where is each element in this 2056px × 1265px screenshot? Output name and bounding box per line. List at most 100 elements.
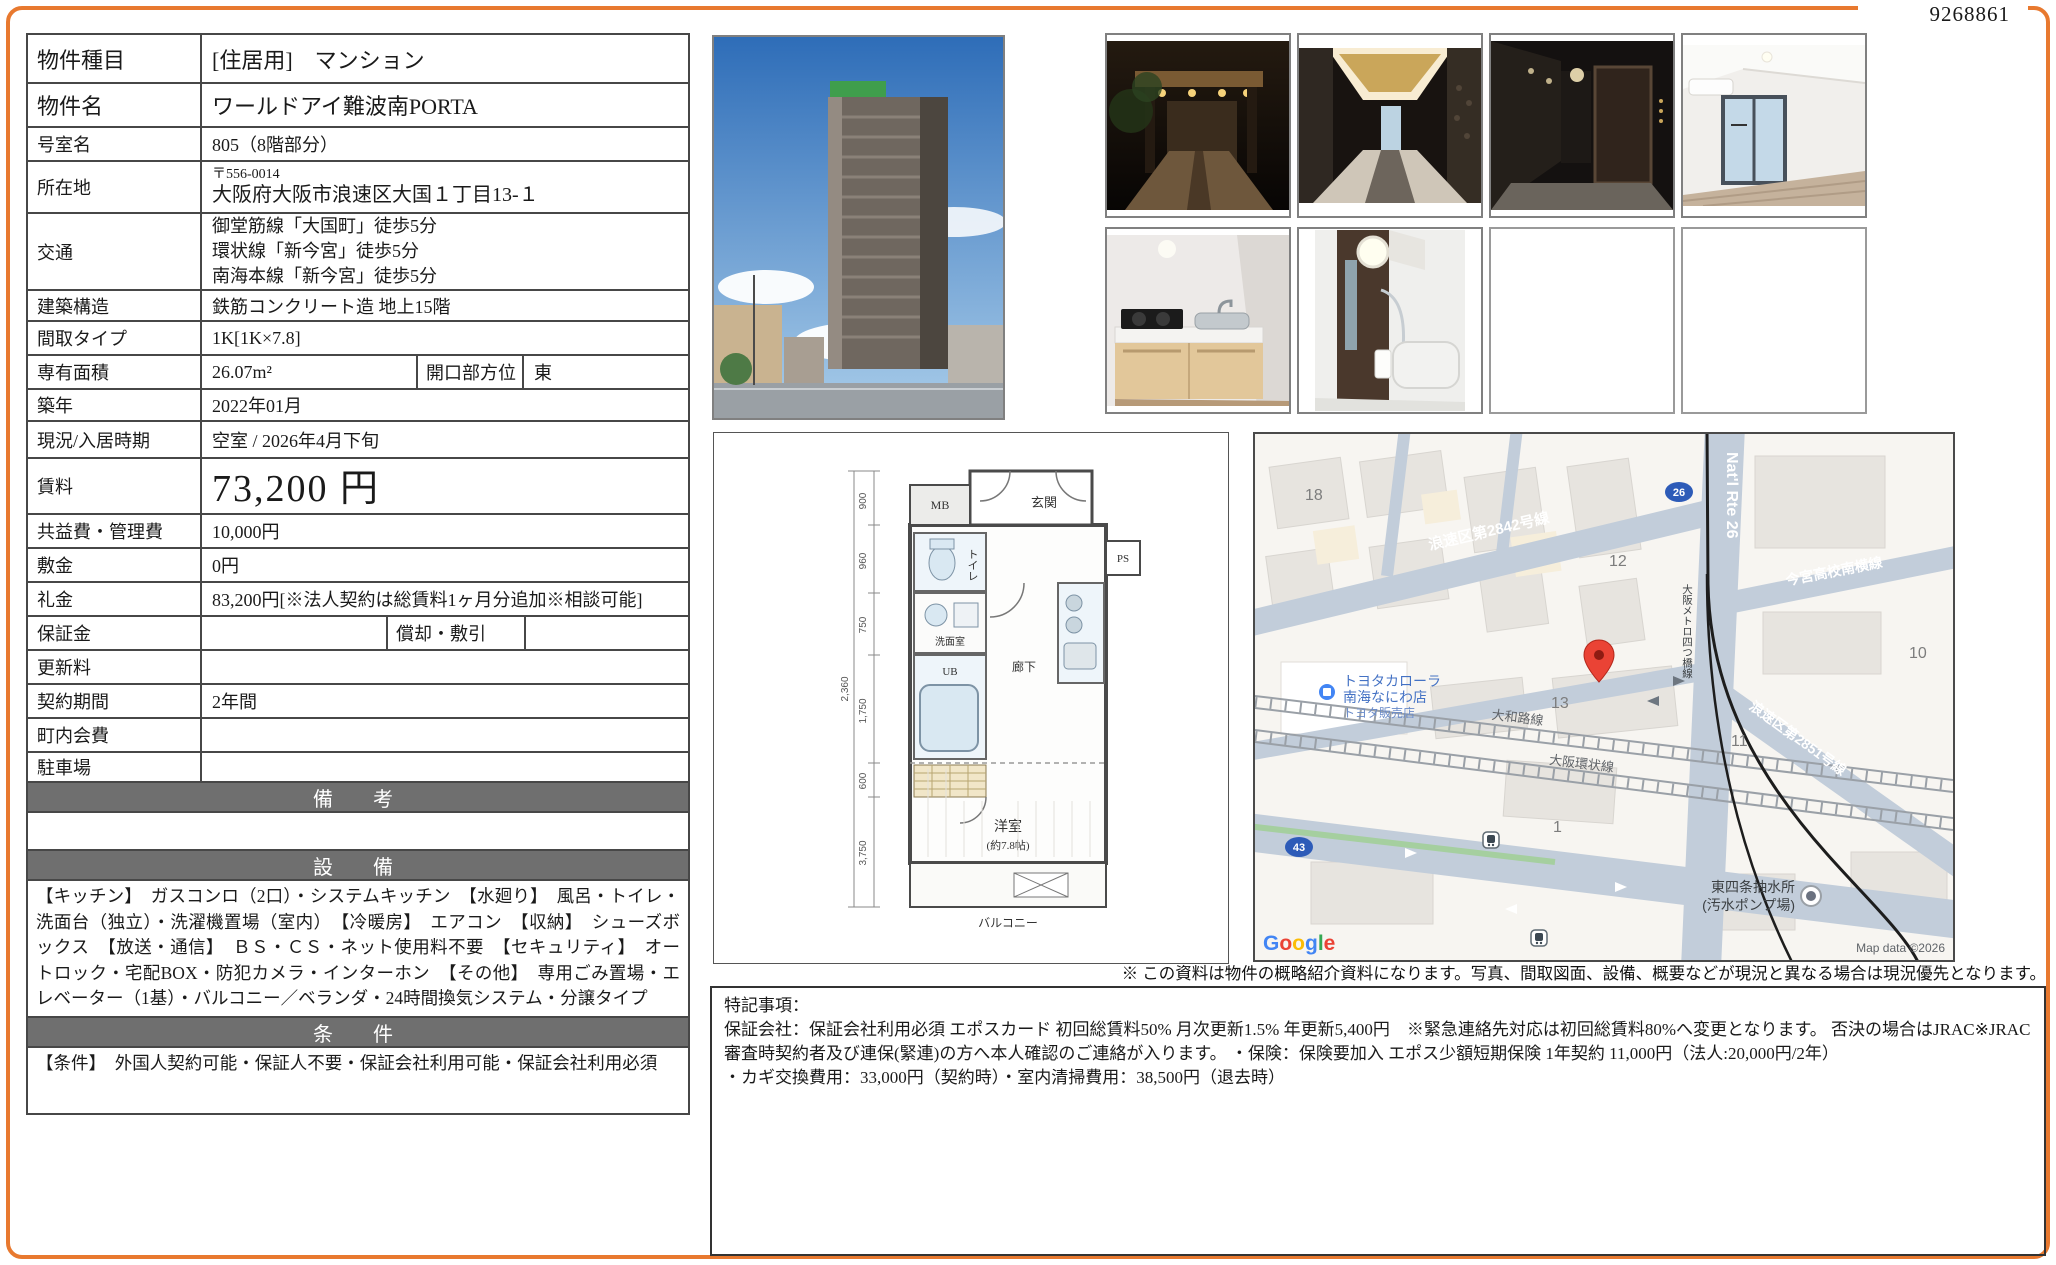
table-row: 敷金 0円 (28, 547, 688, 581)
bathroom-illustration (1315, 230, 1465, 411)
room-illustration (1683, 45, 1865, 206)
row-label: 専有面積 (28, 356, 202, 388)
row-value: [住居用] マンション (202, 35, 688, 82)
row-value (202, 651, 688, 683)
mb-label: MB (931, 498, 950, 512)
row-value: 1K[1K×7.8] (202, 322, 688, 354)
table-row: 契約期間 2年間 (28, 683, 688, 717)
equipment-text: 【キッチン】 ガスコンロ（2口）・システムキッチン 【水廻り】 風呂・トイレ・洗… (28, 879, 688, 1016)
corridor-illustration (1491, 41, 1673, 210)
row-label: 建築構造 (28, 291, 202, 320)
svg-text:(汚水ポンプ場): (汚水ポンプ場) (1702, 897, 1795, 913)
property-table: 物件種目 [住居用] マンション 物件名 ワールドアイ難波南PORTA 号室名 … (26, 33, 690, 1115)
dim-label: 2,360 (840, 676, 851, 701)
svg-text:1: 1 (1553, 819, 1562, 836)
row-label: 契約期間 (28, 685, 202, 717)
postal-code: 〒556-0014 (212, 167, 280, 183)
row-label: 保証金 (28, 617, 202, 649)
photo-western-room (1681, 33, 1867, 218)
table-row: 保証金 償却・敷引 (28, 615, 688, 649)
conditions-text: 【条件】 外国人契約可能・保証人不要・保証会社利用可能・保証会社利用必須 (28, 1046, 688, 1113)
doc-number: 9268861 (1930, 2, 2011, 27)
row-value: 2022年01月 (202, 390, 688, 420)
genkan-label: 玄関 (1031, 495, 1057, 510)
table-row: 間取タイプ 1K[1K×7.8] (28, 320, 688, 354)
row-label: 交通 (28, 214, 202, 289)
address: 大阪府大阪市浪速区大国１丁目13-１ (212, 183, 539, 207)
row-label: 共益費・管理費 (28, 515, 202, 547)
photo-corridor-elevator (1489, 33, 1675, 218)
remarks-header: 備 考 (28, 781, 688, 811)
row-label: 町内会費 (28, 719, 202, 751)
table-row: 礼金 83,200円[※法人契約は総賃料1ヶ月分追加※相談可能] (28, 581, 688, 615)
row-label: 礼金 (28, 583, 202, 615)
svg-text:トヨタカローラ: トヨタカローラ (1343, 673, 1441, 689)
photo-building-exterior (712, 35, 1005, 420)
photo-entrance-lobby (1297, 33, 1483, 218)
row-value: 805（8階部分） (202, 128, 688, 160)
table-row: 物件名 ワールドアイ難波南PORTA (28, 82, 688, 126)
table-row: 物件種目 [住居用] マンション (28, 35, 688, 82)
svg-text:18: 18 (1305, 487, 1323, 504)
svg-text:12: 12 (1609, 553, 1627, 570)
row-label: 現況/入居時期 (28, 422, 202, 457)
route-badge-26: 26 (1665, 482, 1693, 502)
notes-title: 特記事項： (724, 994, 2032, 1018)
toilet-label: トイレ (966, 549, 978, 582)
svg-text:43: 43 (1293, 842, 1305, 854)
row-value (202, 719, 688, 751)
row-value: 2年間 (202, 685, 688, 717)
dim-label: 960 (858, 552, 869, 569)
table-row-rent: 賃料 73,200 円 (28, 457, 688, 513)
building-exterior-illustration (714, 37, 1003, 418)
row-value-2 (526, 617, 688, 649)
station-icon (1531, 930, 1547, 946)
special-notes-box: 特記事項： 保証会社：保証会社利用必須 エポスカード 初回総賃料50% 月次更新… (710, 986, 2046, 1256)
svg-text:東四条抽水所: 東四条抽水所 (1711, 879, 1795, 895)
table-row: 現況/入居時期 空室 / 2026年4月下旬 (28, 420, 688, 457)
table-row: 共益費・管理費 10,000円 (28, 513, 688, 547)
route-badge-43: 43 (1285, 837, 1313, 857)
entrance-night-illustration (1107, 41, 1289, 210)
google-logo: Google (1263, 932, 1335, 955)
row-label-2: 償却・敷引 (386, 617, 526, 649)
row-value: 83,200円[※法人契約は総賃料1ヶ月分追加※相談可能] (202, 583, 688, 615)
senmen-label: 洗面室 (935, 635, 965, 648)
conditions-header: 条 件 (28, 1016, 688, 1046)
row-label: 所在地 (28, 162, 202, 212)
row-label: 物件種目 (28, 35, 202, 82)
row-label: 築年 (28, 390, 202, 420)
table-row: 専有面積 26.07m² 開口部方位 東 (28, 354, 688, 388)
transit-line: 環状線「新今宮」徒歩5分 (212, 239, 419, 264)
photo-empty-slot (1681, 227, 1867, 414)
disclaimer-text: ※ この資料は物件の概略紹介資料になります。写真、間取図面、設備、概要などが現況… (710, 960, 2046, 984)
floorplan-drawing: 900 960 750 1,750 2,360 600 3,750 MB 玄関 … (714, 433, 1228, 963)
row-value: 0円 (202, 549, 688, 581)
remarks-body (28, 811, 688, 849)
transit-line: 御堂筋線「大国町」徒歩5分 (212, 214, 437, 239)
svg-text:南海なにわ店: 南海なにわ店 (1343, 689, 1427, 705)
dim-label: 600 (858, 772, 869, 789)
row-value-2: 東 (524, 356, 688, 388)
metro-line-label: 大阪メトロ四つ橋線 (1681, 583, 1693, 678)
row-value: 26.07m² (202, 356, 416, 388)
lobby-illustration (1299, 48, 1481, 203)
row-label: 号室名 (28, 128, 202, 160)
dim-label: 3,750 (858, 840, 869, 865)
table-row: 号室名 805（8階部分） (28, 126, 688, 160)
ps-label: PS (1117, 553, 1129, 565)
room-size-label: (約7.8帖) (986, 838, 1029, 852)
svg-text:Google: Google (1263, 932, 1335, 955)
road-label-rte26: Nat'l Rte 26 (1723, 452, 1740, 539)
table-row: 駐車場 (28, 751, 688, 781)
table-row: 建築構造 鉄筋コンクリート造 地上15階 (28, 289, 688, 320)
row-label: 間取タイプ (28, 322, 202, 354)
table-row: 交通 御堂筋線「大国町」徒歩5分 環状線「新今宮」徒歩5分 南海本線「新今宮」徒… (28, 212, 688, 289)
photo-bathroom (1297, 227, 1483, 414)
rouka-label: 廊下 (1012, 659, 1036, 674)
table-row: 町内会費 (28, 717, 688, 751)
table-row: 所在地 〒556-0014 大阪府大阪市浪速区大国１丁目13-１ (28, 160, 688, 212)
map: 浪速区第2842号線 今宮高校南横線 浪速区第2851号線 Nat'l Rte … (1253, 432, 1955, 962)
table-row: 築年 2022年01月 (28, 388, 688, 420)
photo-kitchen (1105, 227, 1291, 414)
